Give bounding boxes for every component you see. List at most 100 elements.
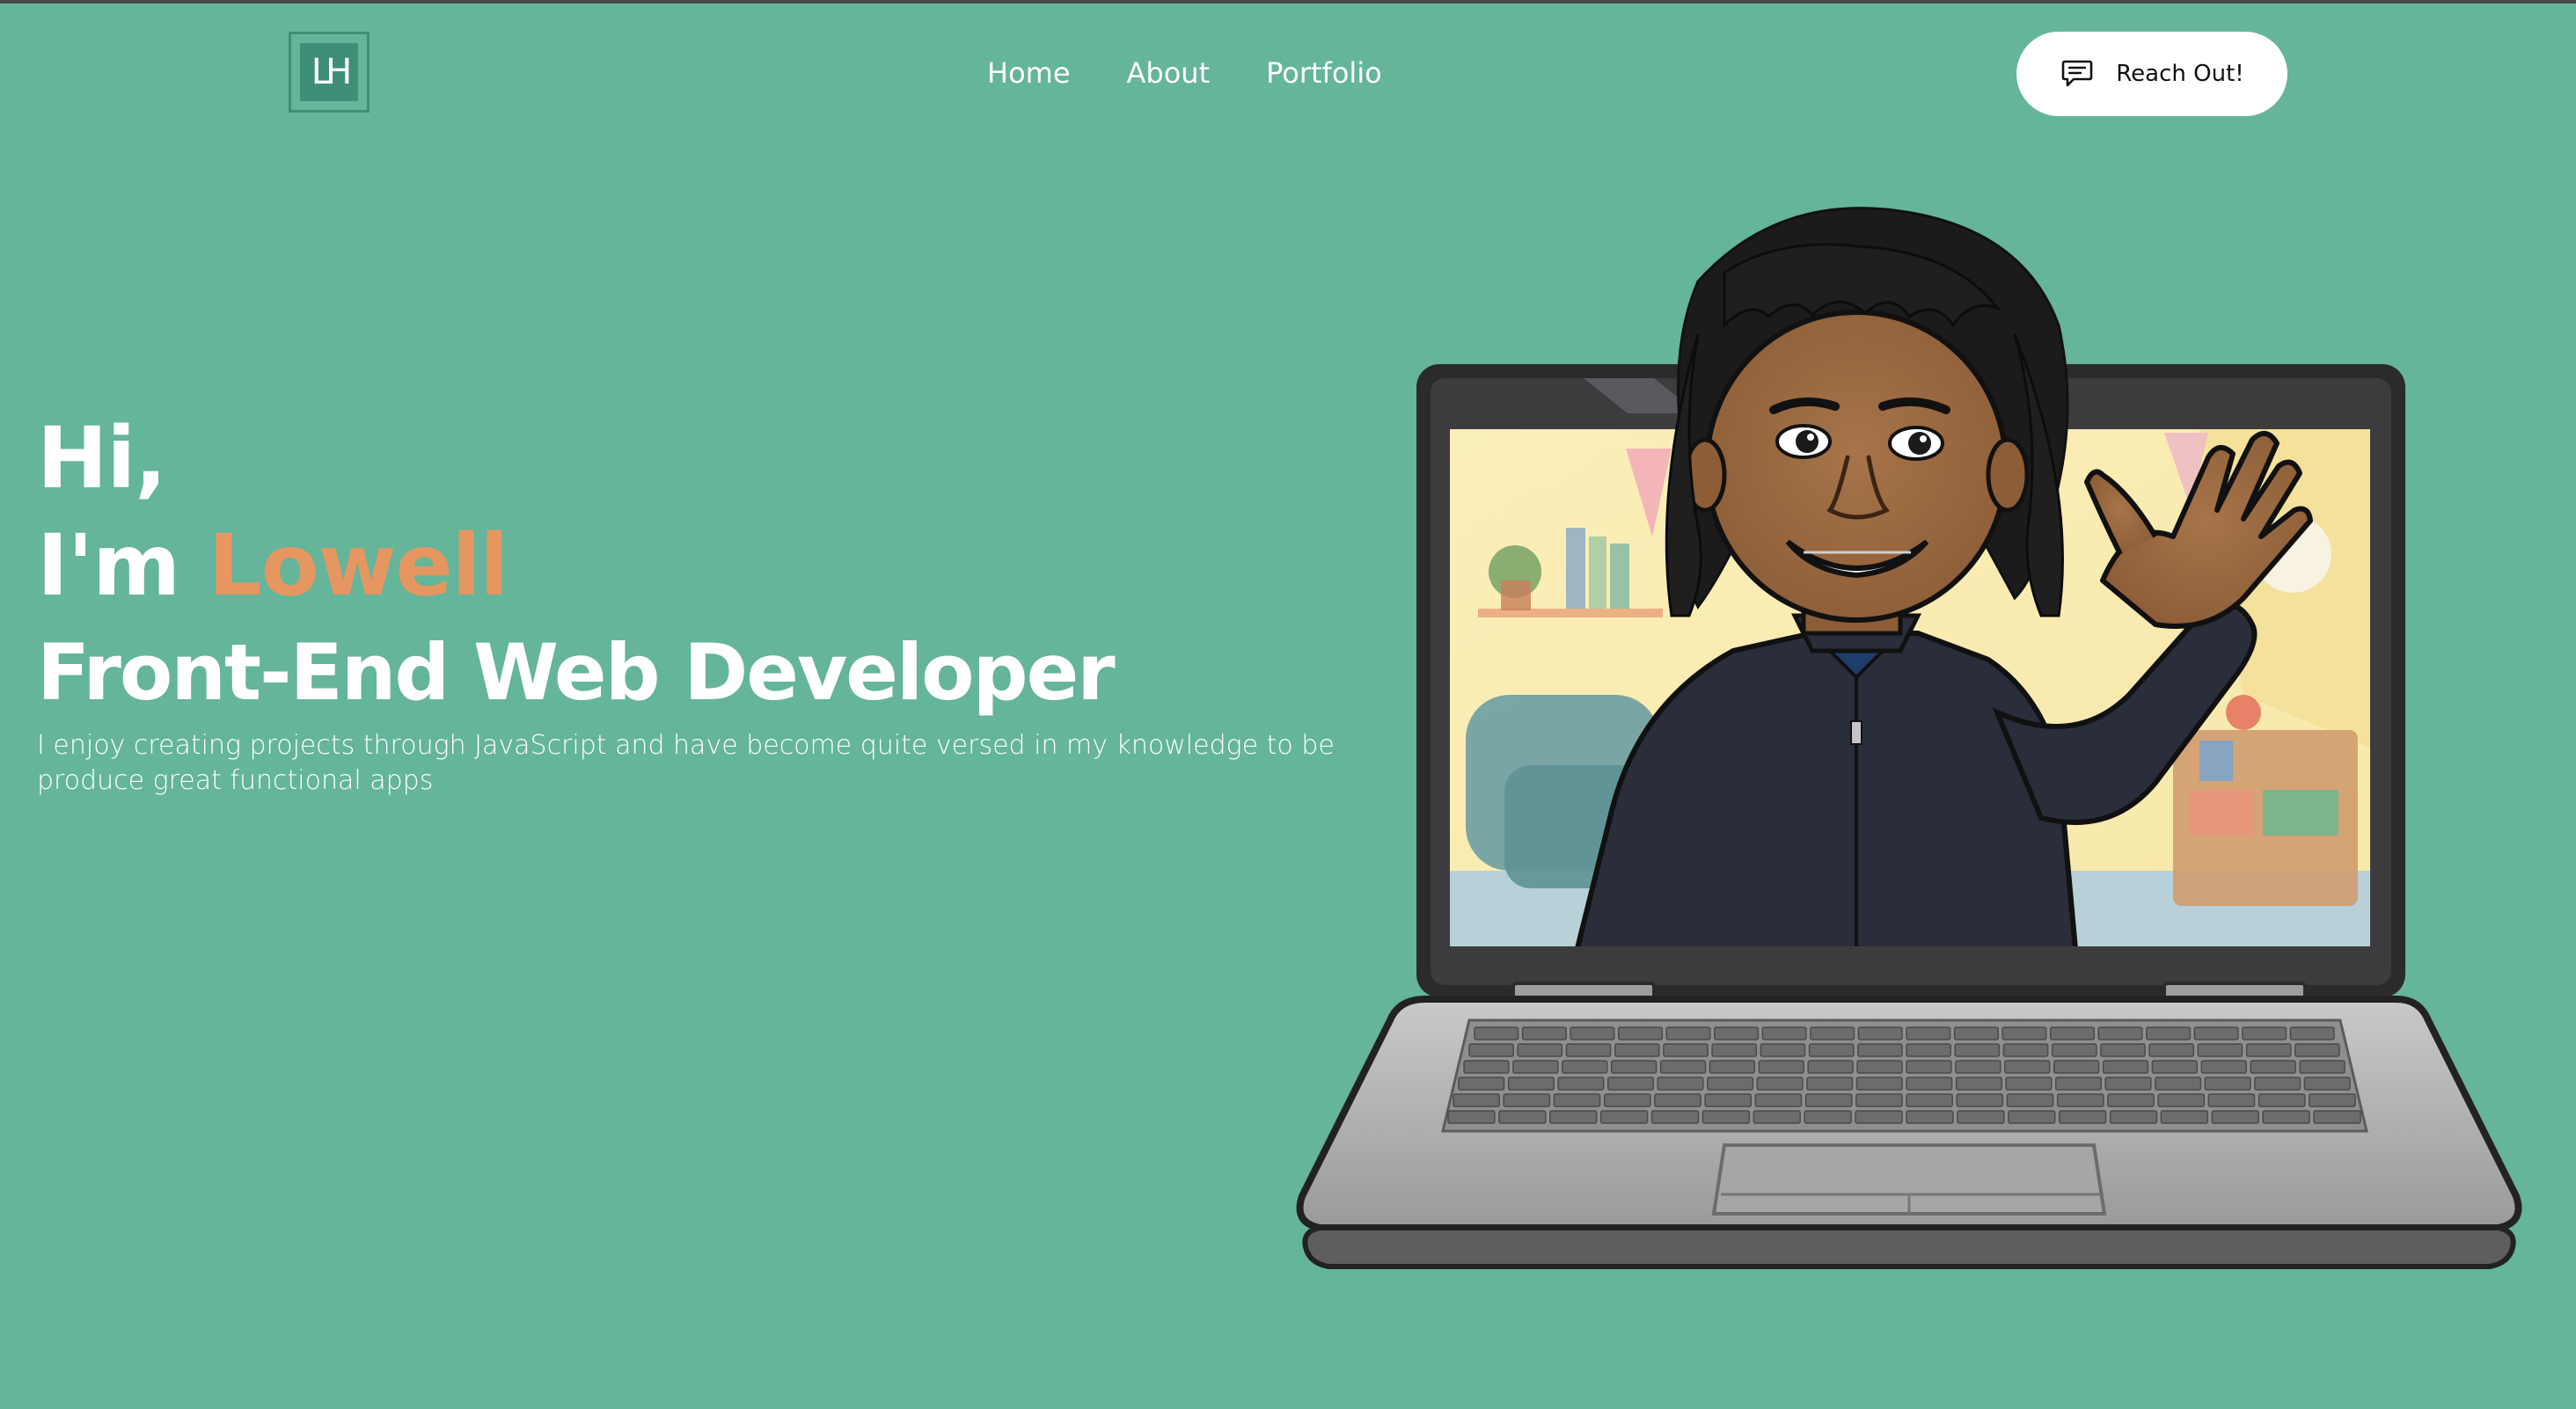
- keyboard-key: [1906, 1077, 1953, 1091]
- keyboard-key: [2242, 1026, 2287, 1040]
- keyboard-key: [2148, 1043, 2195, 1057]
- keyboard-key: [1657, 1077, 1704, 1091]
- keyboard-key: [1756, 1077, 1804, 1091]
- keyboard-key: [1665, 1026, 1711, 1040]
- keyboard-key: [1606, 1077, 1655, 1091]
- nav-portfolio-link[interactable]: Portfolio: [1266, 51, 1382, 95]
- keyboard-key: [1754, 1093, 1803, 1107]
- site-logo[interactable]: LH: [289, 32, 370, 113]
- keyboard-key: [2005, 1077, 2053, 1091]
- keyboard-key: [1614, 1043, 1660, 1057]
- main-nav: Home About Portfolio: [987, 51, 1382, 95]
- keyboard-key: [2207, 1093, 2256, 1107]
- hero-intro-prefix: I'm: [37, 516, 209, 615]
- keyboard-key: [1808, 1043, 1855, 1057]
- keyboard-key: [1521, 1026, 1567, 1040]
- keyboard-key: [1553, 1093, 1601, 1107]
- keyboard-key: [1562, 1060, 1608, 1074]
- hero-role: Front-End Web Developer: [37, 627, 1116, 718]
- hero-intro: I'm Lowell: [37, 512, 1392, 619]
- hero-section: Hi, I'm Lowell Front-End Web Developer I…: [37, 405, 1392, 799]
- keyboard-key: [2289, 1026, 2335, 1040]
- keyboard-key: [1955, 1077, 2002, 1091]
- keyboard-key: [1714, 1026, 1760, 1040]
- keyboard-key: [1760, 1043, 1806, 1057]
- keyboard-key: [2250, 1060, 2296, 1074]
- keyboard-key: [1804, 1110, 1852, 1124]
- keyboard-key: [2008, 1110, 2056, 1124]
- keyboard-key: [2004, 1060, 2051, 1074]
- keyboard-key: [1617, 1026, 1664, 1040]
- keyboard-key: [1517, 1043, 1563, 1057]
- keyboard-key: [1957, 1110, 2005, 1124]
- keyboard-key: [2309, 1093, 2356, 1107]
- keyboard-key: [1906, 1026, 1951, 1040]
- keyboard-key: [1804, 1093, 1853, 1107]
- chat-bubble-icon: [2061, 60, 2093, 87]
- keyboard-key: [2155, 1077, 2202, 1091]
- keyboard-key: [1955, 1060, 2002, 1074]
- keyboard-key: [2294, 1043, 2340, 1057]
- keyboard-key: [1855, 1093, 1903, 1107]
- keyboard-key: [2151, 1060, 2199, 1074]
- keyboard-key: [1603, 1093, 1651, 1107]
- keyboard-key: [1570, 1026, 1615, 1040]
- keyboard-key: [2299, 1060, 2345, 1074]
- nav-about-link[interactable]: About: [1127, 51, 1211, 95]
- keyboard-key: [2157, 1093, 2206, 1107]
- keyboard-key: [2104, 1077, 2152, 1091]
- keyboard-key: [1549, 1110, 1598, 1124]
- keyboard-key: [2204, 1077, 2251, 1091]
- keyboard-key: [2002, 1026, 2047, 1040]
- keyboard-key: [1565, 1043, 1612, 1057]
- keyboard-key: [2303, 1077, 2351, 1091]
- keyboard-key: [1753, 1110, 1801, 1124]
- keyboard-key: [2160, 1110, 2209, 1124]
- keyboard-key: [1856, 1060, 1903, 1074]
- keyboard-key: [1857, 1026, 1903, 1040]
- keyboard-key: [1557, 1077, 1605, 1091]
- keyboard-key: [1458, 1077, 1505, 1091]
- keyboard-key: [2146, 1026, 2192, 1040]
- keyboard-key: [1447, 1110, 1496, 1124]
- keyboard-key: [1906, 1043, 1951, 1057]
- keyboard-key: [1709, 1060, 1756, 1074]
- keyboard-key: [2049, 1026, 2096, 1040]
- nav-home-link[interactable]: Home: [987, 51, 1071, 95]
- keyboard-key: [1512, 1060, 1559, 1074]
- keyboard-key: [2058, 1110, 2107, 1124]
- avatar-laptop-illustration: [1296, 207, 2522, 1269]
- keyboard-key: [2053, 1060, 2100, 1074]
- hero-name: Lowell: [208, 516, 509, 615]
- keyboard-key: [2245, 1043, 2292, 1057]
- keyboard-key: [2109, 1110, 2158, 1124]
- reach-out-label: Reach Out!: [2116, 61, 2244, 87]
- reach-out-button[interactable]: Reach Out!: [2016, 32, 2287, 116]
- keyboard-key: [2258, 1093, 2306, 1107]
- window-top-border: [0, 0, 2576, 4]
- logo-monogram: LH: [300, 43, 358, 101]
- keyboard-key: [1807, 1060, 1854, 1074]
- keyboard-key: [1758, 1060, 1804, 1074]
- keyboard-key: [1806, 1077, 1854, 1091]
- keyboard-key: [2313, 1110, 2361, 1124]
- keyboard-key: [1855, 1110, 1903, 1124]
- keyboard-key: [1707, 1077, 1754, 1091]
- keyboard-key: [1906, 1110, 1954, 1124]
- keyboard-key: [1599, 1110, 1649, 1124]
- keyboard-key: [1453, 1093, 1500, 1107]
- keyboard-key: [2200, 1060, 2247, 1074]
- logo-text: LH: [311, 52, 352, 92]
- keyboard-key: [2006, 1093, 2054, 1107]
- keyboard-key: [2097, 1026, 2143, 1040]
- keyboard-key: [1701, 1110, 1751, 1124]
- keyboard-key: [2254, 1077, 2302, 1091]
- keyboard-key: [1704, 1093, 1753, 1107]
- keyboard-key: [2100, 1043, 2146, 1057]
- keyboard-key: [1810, 1026, 1855, 1040]
- keyboard-key: [1956, 1093, 2004, 1107]
- keyboard-key: [1761, 1026, 1807, 1040]
- keyboard-key: [2056, 1093, 2104, 1107]
- keyboard-key: [1953, 1026, 1999, 1040]
- keyboard-key: [2051, 1043, 2097, 1057]
